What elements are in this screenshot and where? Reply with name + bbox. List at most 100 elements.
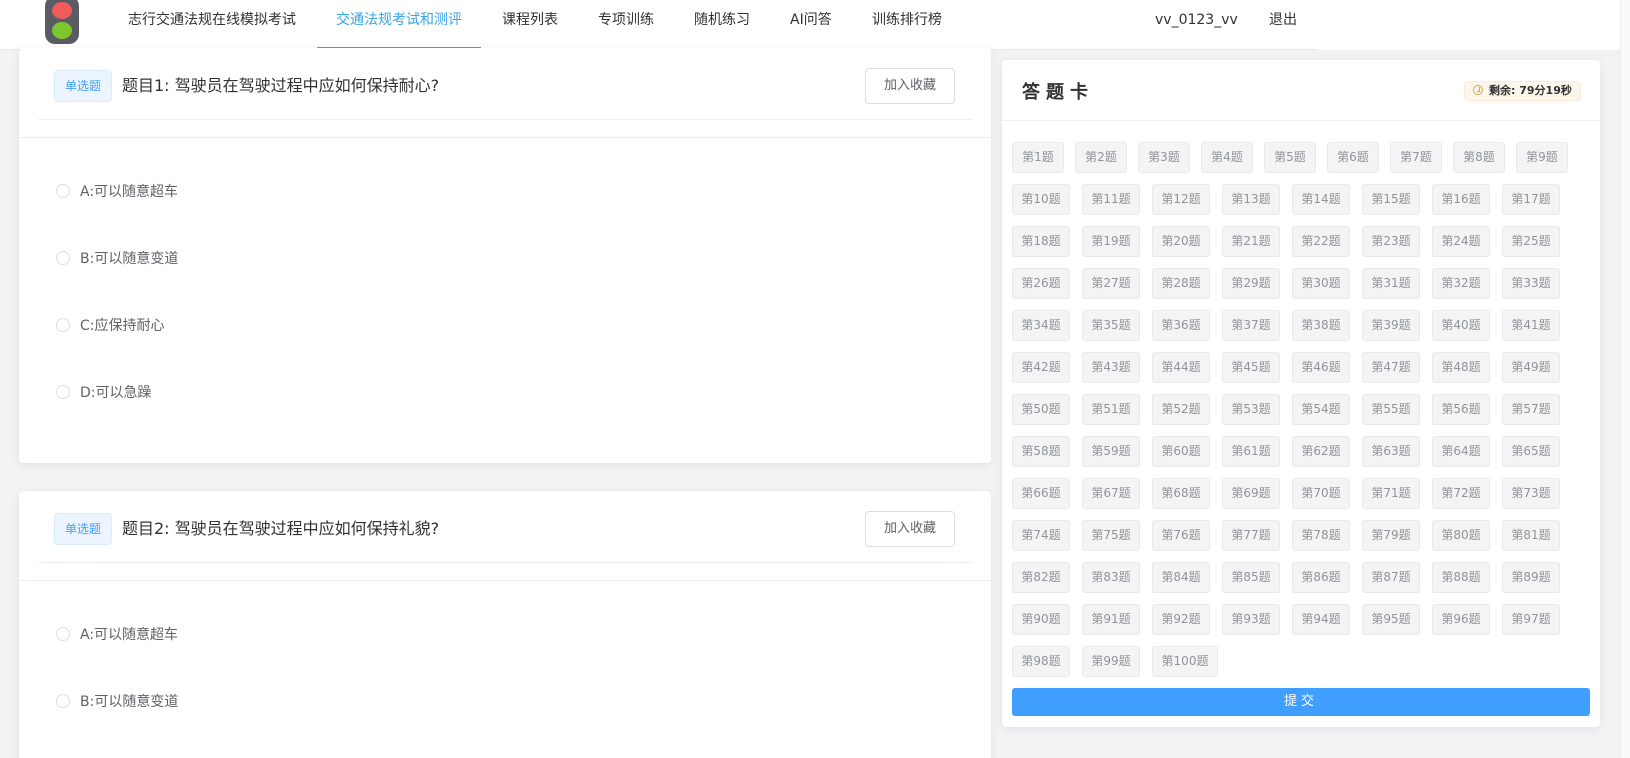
question-number-button[interactable]: 第50题 (1012, 394, 1070, 425)
option-b[interactable]: B:可以随意变道 (56, 249, 178, 269)
radio-icon[interactable] (56, 184, 70, 198)
radio-icon[interactable] (56, 627, 70, 641)
question-number-button[interactable]: 第20题 (1152, 226, 1210, 257)
question-number-button[interactable]: 第41题 (1502, 310, 1560, 341)
question-number-button[interactable]: 第14题 (1292, 184, 1350, 215)
question-number-button[interactable]: 第15题 (1362, 184, 1420, 215)
question-number-button[interactable]: 第43题 (1082, 352, 1140, 383)
question-number-button[interactable]: 第3题 (1138, 142, 1190, 173)
question-number-button[interactable]: 第33题 (1502, 268, 1560, 299)
question-number-button[interactable]: 第99题 (1082, 646, 1140, 677)
question-number-button[interactable]: 第44题 (1152, 352, 1210, 383)
question-number-button[interactable]: 第55题 (1362, 394, 1420, 425)
question-number-button[interactable]: 第9题 (1516, 142, 1568, 173)
question-number-button[interactable]: 第98题 (1012, 646, 1070, 677)
option-b[interactable]: B:可以随意变道 (56, 692, 178, 712)
question-number-button[interactable]: 第42题 (1012, 352, 1070, 383)
question-number-button[interactable]: 第65题 (1502, 436, 1560, 467)
question-number-button[interactable]: 第31题 (1362, 268, 1420, 299)
question-number-button[interactable]: 第19题 (1082, 226, 1140, 257)
question-number-button[interactable]: 第88题 (1432, 562, 1490, 593)
question-number-button[interactable]: 第35题 (1082, 310, 1140, 341)
question-number-button[interactable]: 第6题 (1327, 142, 1379, 173)
question-number-button[interactable]: 第83题 (1082, 562, 1140, 593)
question-number-button[interactable]: 第1题 (1012, 142, 1064, 173)
question-number-button[interactable]: 第95题 (1362, 604, 1420, 635)
question-number-button[interactable]: 第40题 (1432, 310, 1490, 341)
question-number-button[interactable]: 第60题 (1152, 436, 1210, 467)
question-number-button[interactable]: 第80题 (1432, 520, 1490, 551)
page-scrollbar[interactable] (1620, 0, 1630, 758)
nav-item-home[interactable]: 志行交通法规在线模拟考试 (128, 0, 296, 49)
question-number-button[interactable]: 第56题 (1432, 394, 1490, 425)
radio-icon[interactable] (56, 251, 70, 265)
question-number-button[interactable]: 第59题 (1082, 436, 1140, 467)
question-number-button[interactable]: 第51题 (1082, 394, 1140, 425)
question-number-button[interactable]: 第53题 (1222, 394, 1280, 425)
nav-item-ai-qa[interactable]: AI问答 (790, 0, 832, 49)
question-number-button[interactable]: 第27题 (1082, 268, 1140, 299)
question-number-button[interactable]: 第37题 (1222, 310, 1280, 341)
question-number-button[interactable]: 第94题 (1292, 604, 1350, 635)
question-number-button[interactable]: 第69题 (1222, 478, 1280, 509)
radio-icon[interactable] (56, 385, 70, 399)
question-number-button[interactable]: 第12题 (1152, 184, 1210, 215)
question-number-button[interactable]: 第86题 (1292, 562, 1350, 593)
question-number-button[interactable]: 第10题 (1012, 184, 1070, 215)
question-number-button[interactable]: 第30题 (1292, 268, 1350, 299)
question-number-button[interactable]: 第85题 (1222, 562, 1280, 593)
question-number-button[interactable]: 第49题 (1502, 352, 1560, 383)
question-number-button[interactable]: 第76题 (1152, 520, 1210, 551)
option-a[interactable]: A:可以随意超车 (56, 182, 178, 202)
question-number-button[interactable]: 第81题 (1502, 520, 1560, 551)
question-number-button[interactable]: 第61题 (1222, 436, 1280, 467)
question-number-button[interactable]: 第2题 (1075, 142, 1127, 173)
question-number-button[interactable]: 第52题 (1152, 394, 1210, 425)
question-number-button[interactable]: 第48题 (1432, 352, 1490, 383)
question-number-button[interactable]: 第24题 (1432, 226, 1490, 257)
traffic-light-logo[interactable] (45, 0, 79, 44)
radio-icon[interactable] (56, 318, 70, 332)
question-number-button[interactable]: 第28题 (1152, 268, 1210, 299)
question-number-button[interactable]: 第74题 (1012, 520, 1070, 551)
question-number-button[interactable]: 第17题 (1502, 184, 1560, 215)
question-number-button[interactable]: 第38题 (1292, 310, 1350, 341)
question-number-button[interactable]: 第68题 (1152, 478, 1210, 509)
question-number-button[interactable]: 第54题 (1292, 394, 1350, 425)
add-favorite-button[interactable]: 加入收藏 (865, 511, 955, 547)
question-number-button[interactable]: 第72题 (1432, 478, 1490, 509)
question-number-button[interactable]: 第67题 (1082, 478, 1140, 509)
question-number-button[interactable]: 第45题 (1222, 352, 1280, 383)
nav-item-special-training[interactable]: 专项训练 (598, 0, 654, 49)
question-number-button[interactable]: 第36题 (1152, 310, 1210, 341)
question-number-button[interactable]: 第96题 (1432, 604, 1490, 635)
question-number-button[interactable]: 第13题 (1222, 184, 1280, 215)
option-c[interactable]: C:应保持耐心 (56, 316, 165, 336)
option-d[interactable]: D:可以急躁 (56, 383, 152, 403)
question-number-button[interactable]: 第57题 (1502, 394, 1560, 425)
question-number-button[interactable]: 第89题 (1502, 562, 1560, 593)
question-number-button[interactable]: 第29题 (1222, 268, 1280, 299)
option-a[interactable]: A:可以随意超车 (56, 625, 178, 645)
question-number-button[interactable]: 第5题 (1264, 142, 1316, 173)
question-number-button[interactable]: 第23题 (1362, 226, 1420, 257)
question-number-button[interactable]: 第22题 (1292, 226, 1350, 257)
question-number-button[interactable]: 第11题 (1082, 184, 1140, 215)
question-number-button[interactable]: 第66题 (1012, 478, 1070, 509)
question-number-button[interactable]: 第97题 (1502, 604, 1560, 635)
nav-item-leaderboard[interactable]: 训练排行榜 (872, 0, 942, 49)
question-number-button[interactable]: 第8题 (1453, 142, 1505, 173)
question-number-button[interactable]: 第39题 (1362, 310, 1420, 341)
question-number-button[interactable]: 第70题 (1292, 478, 1350, 509)
add-favorite-button[interactable]: 加入收藏 (865, 68, 955, 104)
question-number-button[interactable]: 第63题 (1362, 436, 1420, 467)
question-number-button[interactable]: 第84题 (1152, 562, 1210, 593)
question-number-button[interactable]: 第93题 (1222, 604, 1280, 635)
question-number-button[interactable]: 第87题 (1362, 562, 1420, 593)
question-number-button[interactable]: 第64题 (1432, 436, 1490, 467)
radio-icon[interactable] (56, 694, 70, 708)
question-number-button[interactable]: 第34题 (1012, 310, 1070, 341)
question-number-button[interactable]: 第73题 (1502, 478, 1560, 509)
nav-item-exam[interactable]: 交通法规考试和测评 (317, 0, 481, 49)
question-number-button[interactable]: 第58题 (1012, 436, 1070, 467)
